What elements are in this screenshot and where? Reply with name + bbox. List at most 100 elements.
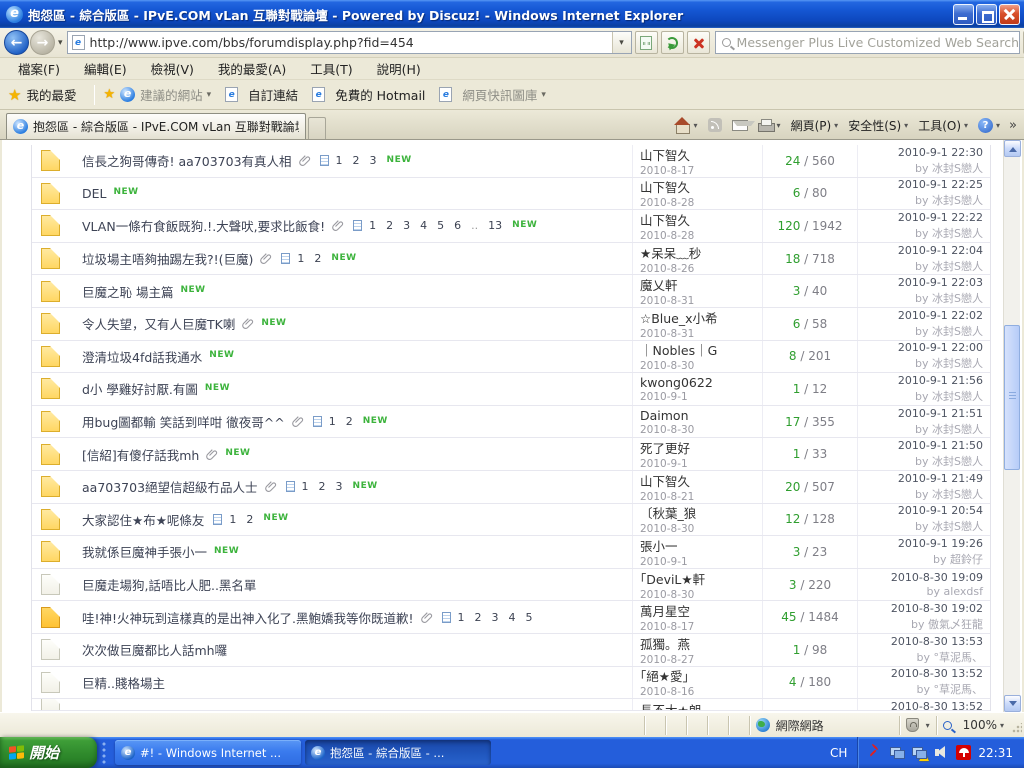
thread-title-link[interactable]: VLAN一條冇食飯既狗.!.大聲吠,要求比飯食! — [82, 216, 325, 235]
thread-title-link[interactable]: aa703703絕望信超級冇品人士 — [82, 477, 258, 496]
thread-title-link[interactable]: [信紹]有傻仔話我mh — [82, 445, 199, 464]
safety-menu-button[interactable]: 安全性(S)▾ — [844, 115, 912, 136]
new-tab-button[interactable] — [308, 117, 326, 139]
network-warning-icon[interactable] — [912, 745, 927, 760]
thread-title-link[interactable]: 次次做巨魔都比人話mh囉 — [82, 640, 227, 659]
taskbar-window-button-2[interactable]: e 抱怨區 - 綜合版區 - ... — [305, 740, 491, 765]
thread-author-link[interactable]: 萬月星空 — [640, 601, 762, 620]
refresh-button[interactable] — [661, 31, 684, 54]
forward-button[interactable]: → — [30, 30, 55, 55]
favorite-free-hotmail[interactable]: e 免費的 Hotmail — [312, 85, 425, 104]
page-link[interactable]: 2 — [319, 480, 326, 493]
start-button[interactable]: 開始 — [0, 737, 97, 768]
lastpost-author-link[interactable]: 冰封S戀人 — [932, 194, 983, 207]
thread-title-link[interactable]: 巨精..賤格場主 — [82, 673, 165, 692]
favorite-web-slice-gallery[interactable]: e 網頁快訊圖庫 ▾ — [439, 85, 546, 104]
menu-favorites[interactable]: 我的最愛(A) — [206, 57, 298, 80]
lastpost-author-link[interactable]: 冰封S戀人 — [932, 227, 983, 240]
thread-title-link[interactable]: DEL — [82, 186, 107, 201]
protected-mode-cell[interactable]: ▾ — [899, 716, 936, 735]
lastpost-author-link[interactable]: 冰封S戀人 — [932, 357, 983, 370]
lastpost-author-link[interactable]: °草泥馬、 — [934, 651, 984, 664]
read-mail-button[interactable] — [728, 118, 752, 133]
page-link[interactable]: 1 — [336, 154, 343, 167]
zoom-level-cell[interactable]: 100% ▾ — [936, 716, 1010, 735]
page-menu-button[interactable]: 網頁(P)▾ — [787, 115, 843, 136]
tools-menu-button[interactable]: 工具(O)▾ — [914, 115, 972, 136]
page-link[interactable]: 6 — [454, 219, 461, 232]
thread-author-link[interactable]: Daimon — [640, 408, 762, 423]
thread-title-link[interactable]: 信長之狗哥傳奇! aa703703有真人相 — [82, 151, 292, 170]
page-link[interactable]: 5 — [526, 611, 533, 624]
page-link[interactable]: 3 — [403, 219, 410, 232]
thread-author-link[interactable]: 魔乂軒 — [640, 275, 762, 294]
lastpost-author-link[interactable]: 超鈴仔 — [950, 553, 983, 566]
feeds-button[interactable] — [704, 116, 726, 134]
lastpost-author-link[interactable]: 傲氣乄狂龍 — [928, 618, 983, 631]
thread-author-link[interactable]: 張小一 — [640, 536, 762, 555]
lastpost-author-link[interactable]: °草泥馬、 — [934, 683, 984, 696]
add-to-favorites-bar-icon[interactable]: ★ — [103, 87, 115, 102]
page-link[interactable]: 1 — [329, 415, 336, 428]
thread-author-link[interactable]: 山下智久 — [640, 178, 762, 197]
history-dropdown[interactable]: ▾ — [58, 38, 63, 48]
page-link[interactable]: 1 — [302, 480, 309, 493]
page-link[interactable]: 4 — [420, 219, 427, 232]
page-link[interactable]: 2 — [346, 415, 353, 428]
thread-title-link[interactable]: 澄清垃圾4fd話我通水 — [82, 347, 202, 366]
network-icon[interactable] — [890, 745, 905, 760]
thread-title-link[interactable]: 大家認住★布★呢條友 — [82, 510, 204, 529]
antivirus-icon[interactable] — [956, 745, 971, 760]
vertical-scrollbar[interactable] — [1003, 140, 1020, 712]
restore-button[interactable] — [976, 4, 997, 25]
home-button[interactable]: ▾ — [671, 116, 702, 134]
thread-title-link[interactable]: 我就係巨魔神手張小一 — [82, 542, 207, 561]
thread-title-link[interactable]: 巨魔之恥 場主篇 — [82, 282, 173, 301]
scrollbar-thumb[interactable] — [1004, 325, 1020, 470]
thread-author-link[interactable]: ｜Nobles｜G — [640, 341, 762, 360]
minimize-button[interactable] — [953, 4, 974, 25]
page-link[interactable]: 3 — [336, 480, 343, 493]
thread-title-link[interactable]: 垃圾場主唔夠抽踢左我?!(巨魔) — [82, 249, 253, 268]
quick-launch-divider[interactable] — [100, 740, 110, 765]
taskbar-window-button-1[interactable]: e #! - Windows Internet ... — [115, 740, 301, 765]
thread-author-link[interactable]: ｢絕★愛｣ — [640, 667, 762, 686]
lastpost-author-link[interactable]: 冰封S戀人 — [932, 390, 983, 403]
compatibility-view-button[interactable] — [635, 31, 658, 54]
menu-help[interactable]: 說明(H) — [365, 57, 433, 80]
address-dropdown-button[interactable]: ▾ — [612, 32, 631, 53]
page-link[interactable]: 2 — [246, 513, 253, 526]
thread-title-link[interactable]: 用bug圖都輸 笑話到咩咁 徹夜哥^^ — [82, 412, 285, 431]
lastpost-author-link[interactable]: alexdsf — [944, 585, 983, 598]
favorite-custom-links[interactable]: e 自訂連結 — [225, 85, 298, 104]
thread-author-link[interactable]: ★呆呆﹏秒 — [640, 243, 762, 262]
thread-author-link[interactable]: 長不大★朗 — [640, 700, 762, 710]
back-button[interactable]: ← — [4, 30, 29, 55]
menu-tools[interactable]: 工具(T) — [298, 57, 364, 80]
lastpost-author-link[interactable]: 冰封S戀人 — [932, 488, 983, 501]
search-box[interactable]: Messenger Plus Live Customized Web Searc… — [715, 31, 1020, 54]
thread-title-link[interactable]: 哇!神!火神玩到這樣真的是出神入化了.黑鮑嬌我等你既道歉! — [82, 608, 414, 627]
menu-file[interactable]: 檔案(F) — [6, 57, 72, 80]
page-link[interactable]: 3 — [492, 611, 499, 624]
toolbar-overflow-button[interactable]: » — [1006, 118, 1020, 133]
active-tab[interactable]: e 抱怨區 - 綜合版區 - IPvE.COM vLan 互聯對戰論壇... — [6, 113, 306, 139]
page-link[interactable]: 1 — [369, 219, 376, 232]
thread-title-link[interactable]: 令人失望，又有人巨魔TK喇 — [82, 314, 235, 333]
messenger-offline-icon[interactable] — [868, 745, 883, 760]
page-link[interactable]: 1 — [229, 513, 236, 526]
print-button[interactable]: ▾ — [754, 117, 785, 134]
page-link[interactable]: 1 — [458, 611, 465, 624]
lastpost-author-link[interactable]: 冰封S戀人 — [932, 520, 983, 533]
volume-icon[interactable] — [934, 745, 949, 760]
url-text[interactable]: http://www.ipve.com/bbs/forumdisplay.php… — [90, 35, 612, 50]
lastpost-author-link[interactable]: 冰封S戀人 — [932, 260, 983, 273]
thread-author-link[interactable]: kwong0622 — [640, 375, 762, 390]
thread-author-link[interactable]: 〔秋葉_狼 — [640, 504, 762, 523]
address-bar[interactable]: e http://www.ipve.com/bbs/forumdisplay.p… — [67, 31, 632, 54]
close-button[interactable] — [999, 4, 1020, 25]
lastpost-author-link[interactable]: 冰封S戀人 — [932, 325, 983, 338]
thread-author-link[interactable]: 山下智久 — [640, 145, 762, 164]
page-link[interactable]: 1 — [297, 252, 304, 265]
thread-author-link[interactable]: ☆Blue_x小希 — [640, 308, 762, 327]
